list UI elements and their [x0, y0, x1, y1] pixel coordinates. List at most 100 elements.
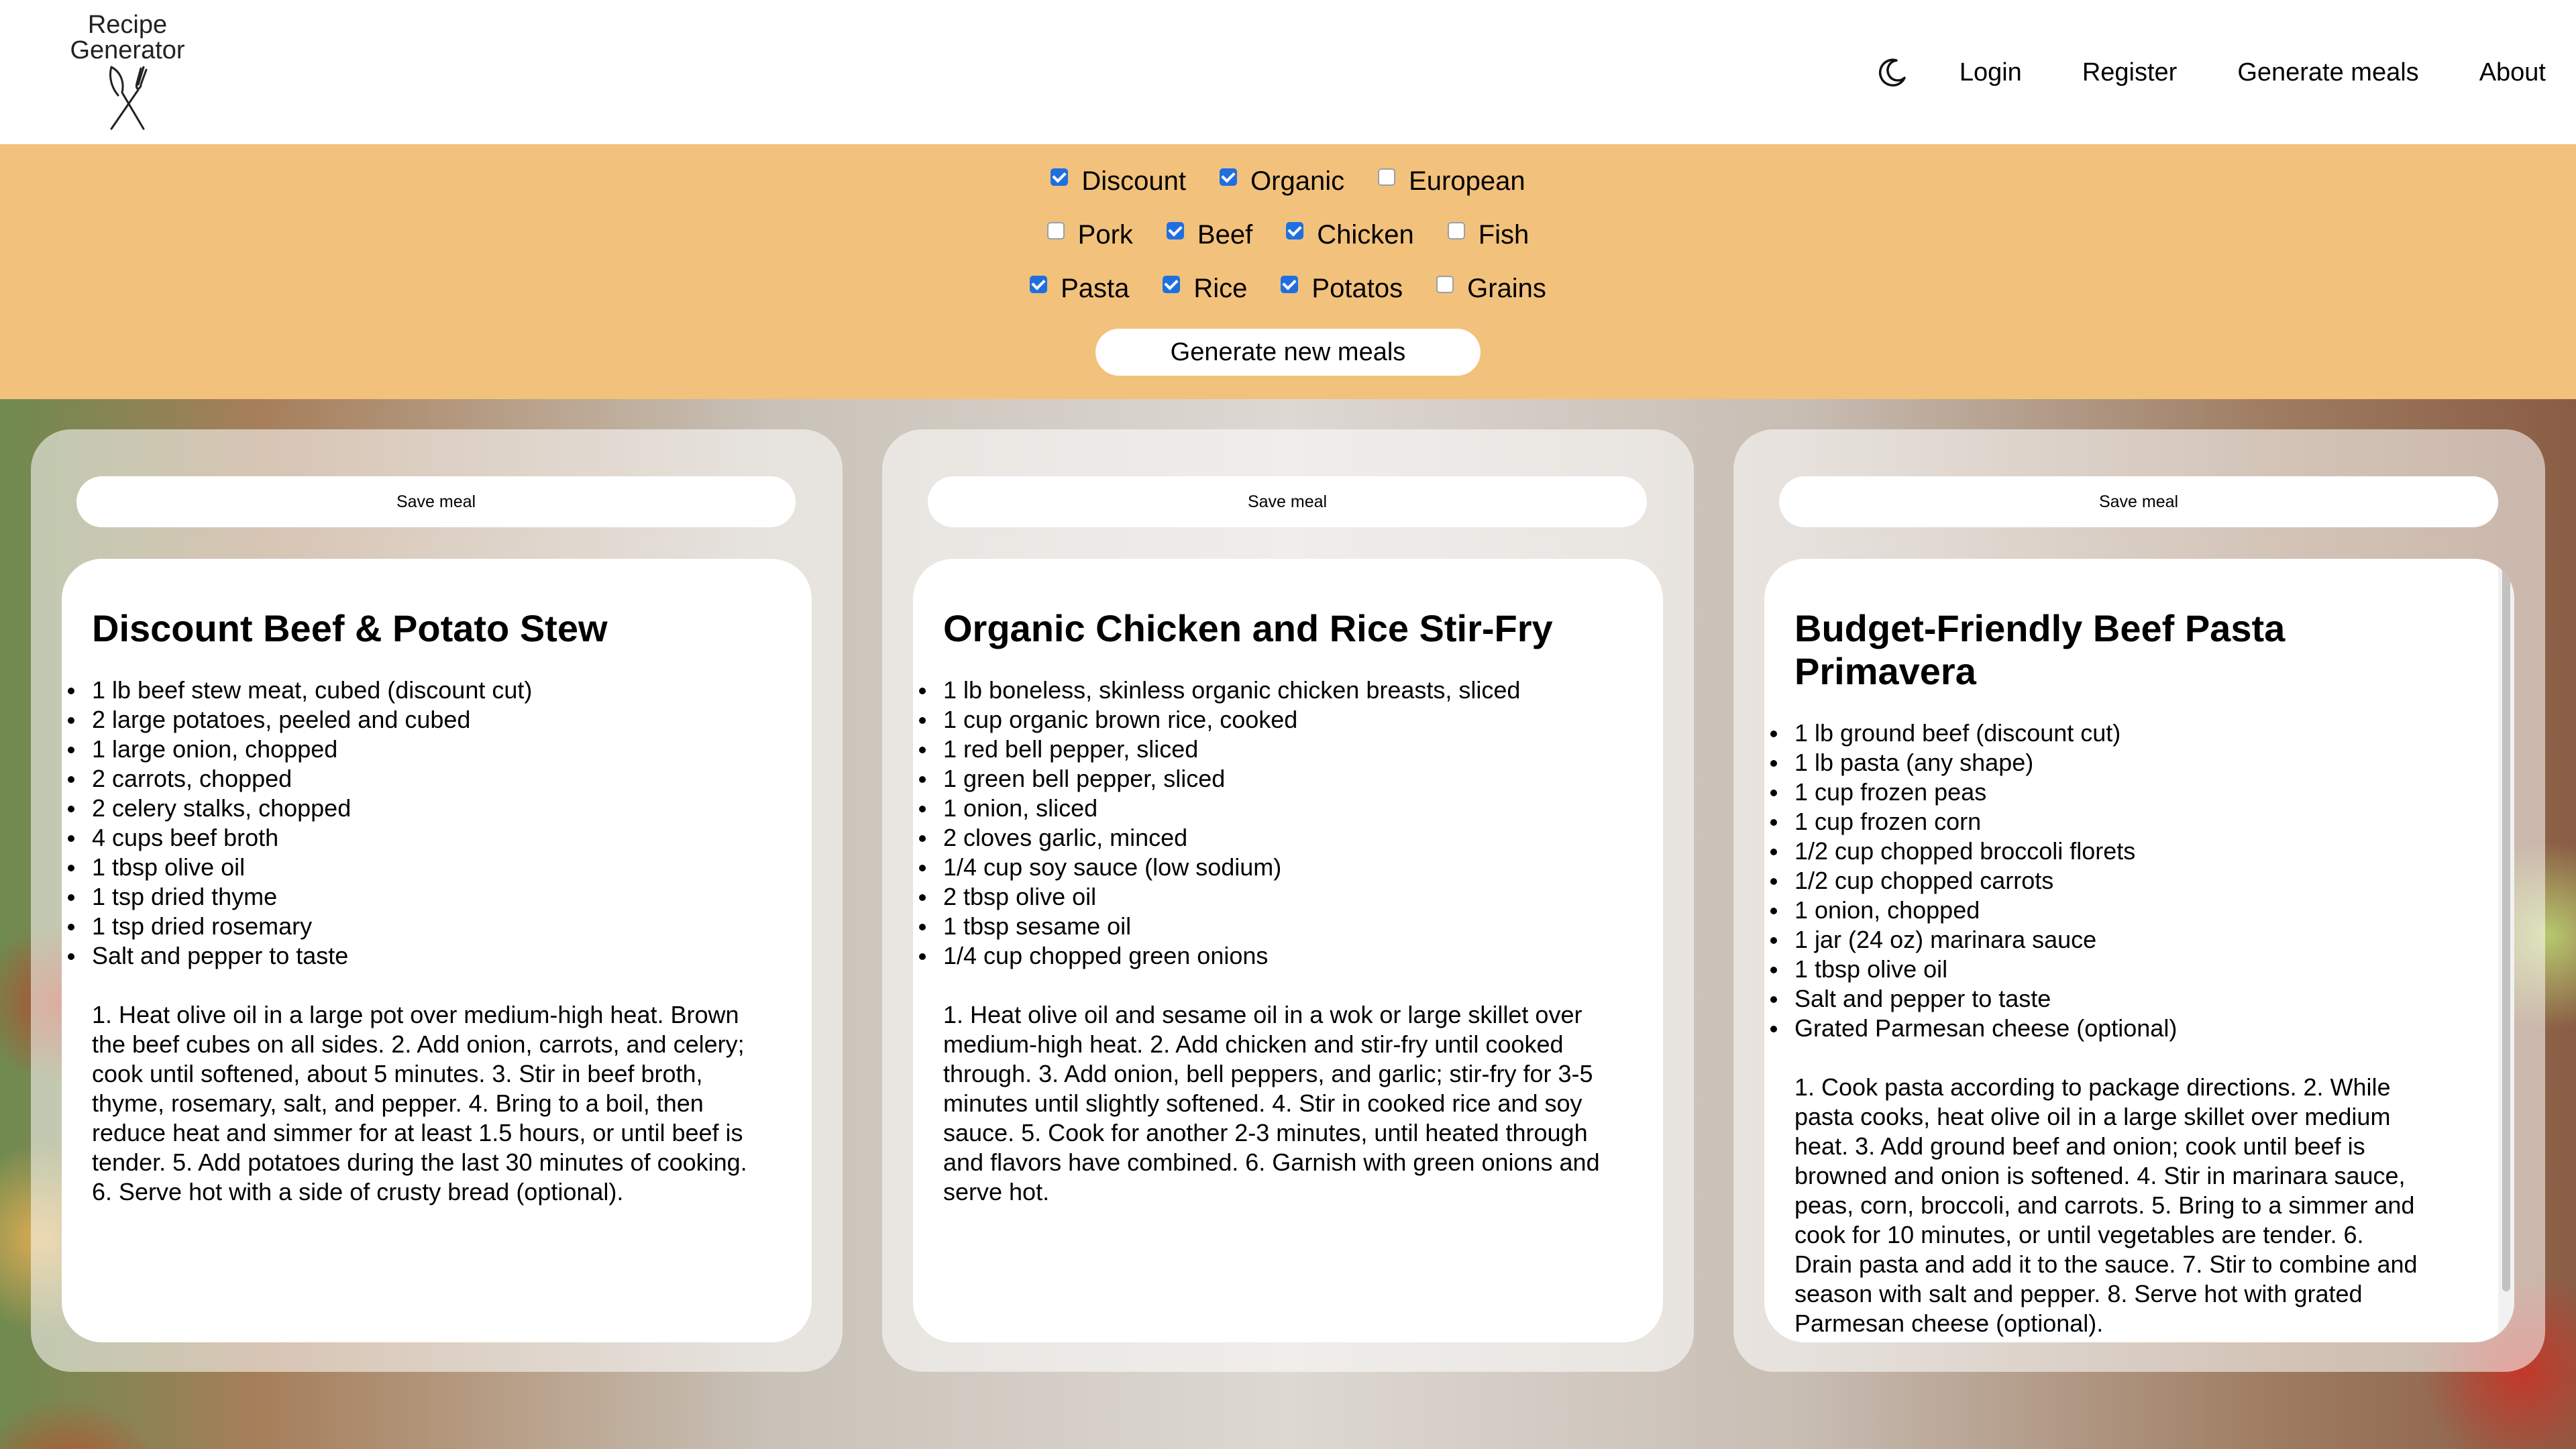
- recipe-title: Organic Chicken and Rice Stir-Fry: [943, 607, 1553, 649]
- filter-pasta[interactable]: Pasta: [1030, 274, 1129, 304]
- meal-card-3: Save meal Budget-Friendly Beef Pasta Pri…: [1733, 429, 2545, 1372]
- ingredient-item: 1 lb ground beef (discount cut): [1770, 718, 2418, 748]
- filter-potatos[interactable]: Potatos: [1281, 274, 1403, 304]
- ingredient-item: 1 tbsp olive oil: [1770, 955, 2418, 984]
- ingredient-item: 1 cup organic brown rice, cooked: [919, 705, 1607, 735]
- ingredient-item: 1 onion, chopped: [1770, 896, 2418, 925]
- filter-row-3: Pasta Rice Potatos Grains: [0, 265, 2576, 312]
- filter-label: Organic: [1250, 166, 1345, 196]
- filter-label: Pasta: [1061, 273, 1130, 303]
- generate-new-meals-button[interactable]: Generate new meals: [1095, 329, 1481, 376]
- ingredient-item: 1/2 cup chopped broccoli florets: [1770, 837, 2418, 866]
- fish-checkbox[interactable]: [1447, 222, 1465, 239]
- rice-checkbox[interactable]: [1163, 276, 1181, 293]
- ingredient-item: 2 cloves garlic, minced: [919, 823, 1607, 853]
- recipe-instructions: 1. Heat olive oil and sesame oil in a wo…: [943, 1001, 1600, 1205]
- ingredient-item: 1 green bell pepper, sliced: [919, 764, 1607, 794]
- recipe-title: Discount Beef & Potato Stew: [92, 607, 608, 649]
- ingredient-item: 2 tbsp olive oil: [919, 882, 1607, 912]
- moon-icon: [1878, 58, 1906, 87]
- ingredient-list: 1 lb ground beef (discount cut) 1 lb past…: [1770, 718, 2418, 1043]
- ingredient-item: 1 red bell pepper, sliced: [919, 735, 1607, 764]
- recipe-scrollbar[interactable]: [2498, 559, 2514, 1342]
- nav-login-link[interactable]: Login: [1960, 58, 2022, 87]
- ingredient-item: Salt and pepper to taste: [1770, 984, 2418, 1014]
- ingredient-item: 1 tsp dried rosemary: [68, 912, 756, 941]
- ingredient-item: 1 lb beef stew meat, cubed (discount cut…: [68, 676, 756, 705]
- filter-fish[interactable]: Fish: [1447, 219, 1529, 250]
- recipe-title: Budget-Friendly Beef Pasta Primavera: [1794, 607, 2286, 692]
- filter-pork[interactable]: Pork: [1046, 219, 1133, 250]
- nav-about-link[interactable]: About: [2479, 58, 2546, 87]
- fork-knife-icon: [109, 66, 148, 130]
- ingredient-item: 1 lb pasta (any shape): [1770, 748, 2418, 777]
- meal-card-2: Save meal Organic Chicken and Rice Stir-…: [882, 429, 1694, 1372]
- ingredient-item: 2 large potatoes, peeled and cubed: [68, 705, 756, 735]
- logo[interactable]: Recipe Generator: [60, 11, 195, 130]
- meal-card-1: Save meal Discount Beef & Potato Stew 1 …: [31, 429, 843, 1372]
- theme-toggle-button[interactable]: [1874, 54, 1911, 91]
- filter-label: Grains: [1467, 273, 1546, 303]
- filter-label: Fish: [1478, 219, 1529, 250]
- ingredient-item: 1 cup frozen peas: [1770, 777, 2418, 807]
- ingredient-item: 1 lb boneless, skinless organic chicken …: [919, 676, 1607, 705]
- logo-line1: Recipe: [87, 11, 168, 39]
- ingredient-item: 2 carrots, chopped: [68, 764, 756, 794]
- nav-generate-meals-link[interactable]: Generate meals: [2237, 58, 2418, 87]
- filter-rice[interactable]: Rice: [1163, 274, 1247, 304]
- ingredient-item: 4 cups beef broth: [68, 823, 756, 853]
- filter-label: Rice: [1193, 273, 1248, 303]
- filter-beef[interactable]: Beef: [1166, 219, 1253, 250]
- organic-checkbox[interactable]: [1220, 168, 1238, 186]
- ingredient-list: 1 lb beef stew meat, cubed (discount cut…: [68, 676, 756, 971]
- top-navbar: Recipe Generator Login Register Generate…: [0, 0, 2576, 144]
- filter-label: Pork: [1077, 219, 1133, 250]
- ingredient-item: 1 large onion, chopped: [68, 735, 756, 764]
- ingredient-item: 1 onion, sliced: [919, 794, 1607, 823]
- grains-checkbox[interactable]: [1436, 276, 1454, 293]
- recipe-content: Organic Chicken and Rice Stir-Fry 1 lb b…: [913, 559, 1663, 1342]
- save-meal-button[interactable]: Save meal: [1779, 476, 2498, 527]
- filter-panel: Discount Organic European Pork Beef Chic…: [0, 144, 2576, 399]
- ingredient-item: 1 tbsp sesame oil: [919, 912, 1607, 941]
- beef-checkbox[interactable]: [1166, 222, 1184, 239]
- filter-organic[interactable]: Organic: [1220, 166, 1344, 197]
- ingredient-item: 2 celery stalks, chopped: [68, 794, 756, 823]
- european-checkbox[interactable]: [1378, 168, 1396, 186]
- recipe-content: Discount Beef & Potato Stew 1 lb beef st…: [62, 559, 812, 1342]
- filter-label: Chicken: [1317, 219, 1414, 250]
- ingredient-item: 1 tbsp olive oil: [68, 853, 756, 882]
- discount-checkbox[interactable]: [1051, 168, 1069, 186]
- logo-line2: Generator: [70, 36, 185, 64]
- filter-label: Potatos: [1311, 273, 1403, 303]
- recipe-instructions: 1. Heat olive oil in a large pot over me…: [92, 1001, 747, 1205]
- filter-chicken[interactable]: Chicken: [1286, 220, 1414, 250]
- filter-row-2: Pork Beef Chicken Fish: [0, 211, 2576, 258]
- filter-label: Beef: [1197, 219, 1253, 250]
- filter-european[interactable]: European: [1378, 166, 1525, 197]
- recipe-content: Budget-Friendly Beef Pasta Primavera 1 l…: [1764, 559, 2514, 1342]
- scrollbar-thumb[interactable]: [2502, 567, 2510, 1291]
- ingredient-item: 1/4 cup chopped green onions: [919, 941, 1607, 971]
- ingredient-item: 1 cup frozen corn: [1770, 807, 2418, 837]
- save-meal-button[interactable]: Save meal: [76, 476, 796, 527]
- save-meal-button[interactable]: Save meal: [928, 476, 1647, 527]
- ingredient-list: 1 lb boneless, skinless organic chicken …: [919, 676, 1607, 971]
- ingredient-item: 1 tsp dried thyme: [68, 882, 756, 912]
- chicken-checkbox[interactable]: [1286, 222, 1304, 239]
- filter-label: European: [1409, 166, 1525, 196]
- potatos-checkbox[interactable]: [1281, 276, 1299, 293]
- filter-grains[interactable]: Grains: [1436, 274, 1546, 304]
- pork-checkbox[interactable]: [1046, 222, 1065, 239]
- ingredient-item: Grated Parmesan cheese (optional): [1770, 1014, 2418, 1043]
- ingredient-item: 1 jar (24 oz) marinara sauce: [1770, 925, 2418, 955]
- filter-label: Discount: [1081, 166, 1187, 196]
- ingredient-item: 1/2 cup chopped carrots: [1770, 866, 2418, 896]
- pasta-checkbox[interactable]: [1030, 276, 1048, 293]
- ingredient-item: 1/4 cup soy sauce (low sodium): [919, 853, 1607, 882]
- filter-discount[interactable]: Discount: [1051, 166, 1186, 197]
- nav-register-link[interactable]: Register: [2082, 58, 2178, 87]
- filter-row-1: Discount Organic European: [0, 158, 2576, 205]
- ingredient-item: Salt and pepper to taste: [68, 941, 756, 971]
- main-nav: Login Register Generate meals About: [1874, 52, 2546, 93]
